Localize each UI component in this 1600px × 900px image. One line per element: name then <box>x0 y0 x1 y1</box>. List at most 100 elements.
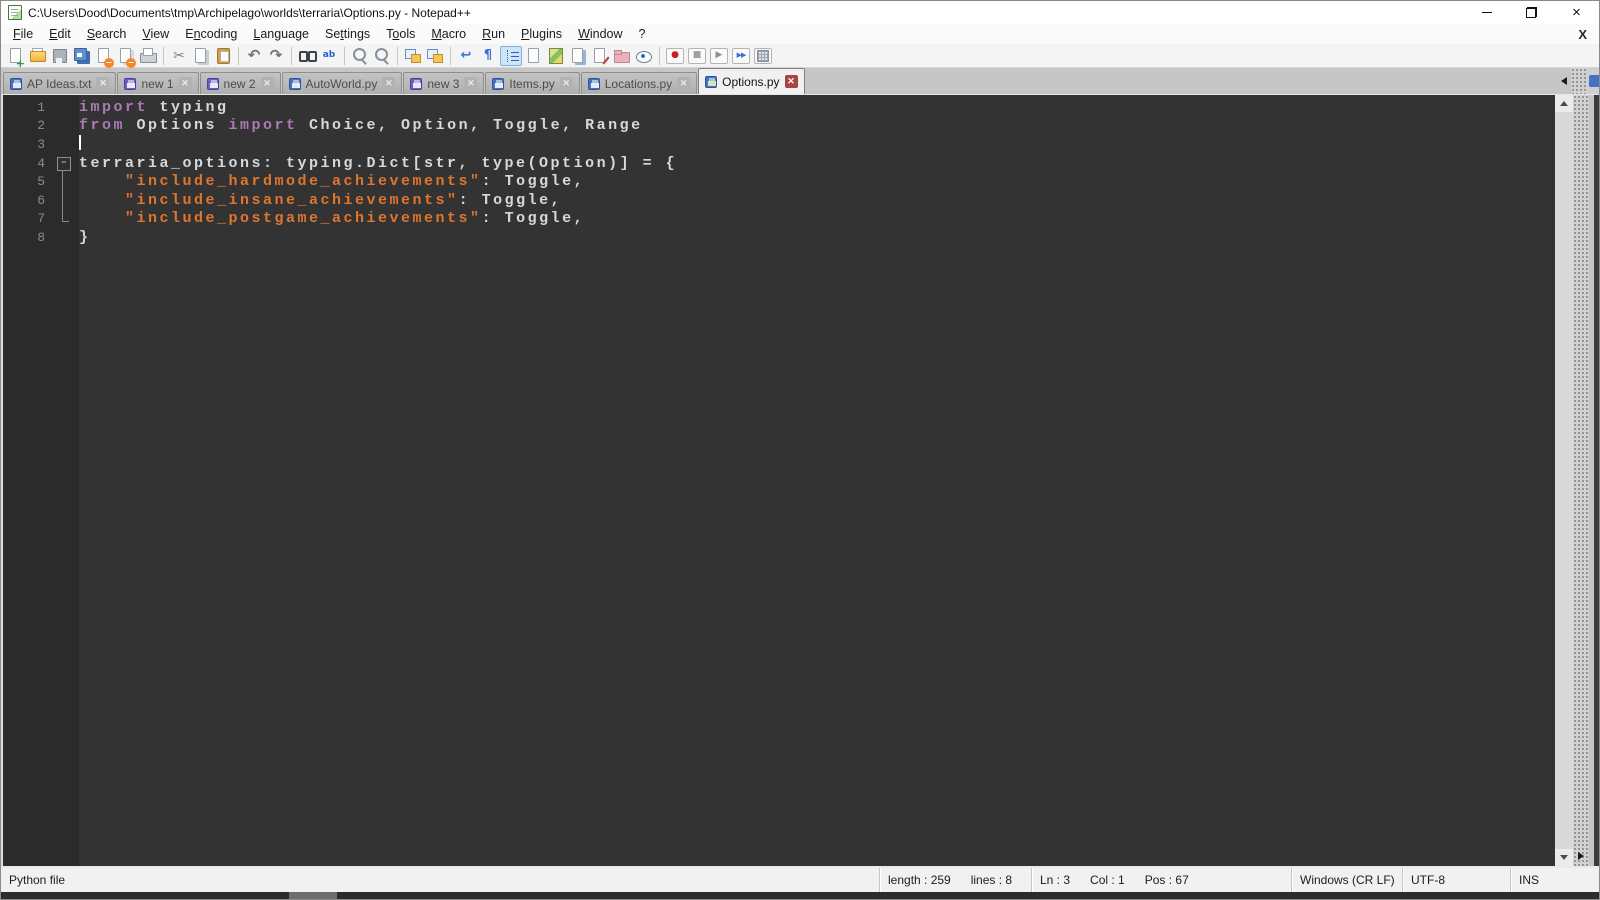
saved-file-icon <box>288 77 301 90</box>
tab-new-1[interactable]: new 1 ✕ <box>117 72 199 94</box>
document-switcher-icon[interactable] <box>568 45 588 67</box>
zoom-out-icon[interactable]: − <box>372 45 392 67</box>
token-df: : Toggle, <box>481 173 586 191</box>
tab-label: new 3 <box>427 76 460 91</box>
tab-locations-py[interactable]: Locations.py ✕ <box>580 72 698 94</box>
paste-icon[interactable] <box>213 45 233 67</box>
word-wrap-icon[interactable]: ↩ <box>456 45 476 67</box>
menu-settings[interactable]: Settings <box>317 25 378 43</box>
view-eye-icon[interactable] <box>634 45 654 67</box>
token-st: "include_hardmode_achievements" <box>125 173 482 191</box>
menu-file[interactable]: File <box>5 25 41 43</box>
save-all-icon[interactable] <box>72 45 92 67</box>
menu-edit[interactable]: Edit <box>41 25 79 43</box>
macro-record-icon[interactable]: ● <box>666 47 684 64</box>
status-text: Col : 1 <box>1090 873 1125 887</box>
macro-save-icon[interactable] <box>754 47 772 64</box>
redo-icon[interactable]: ↷ <box>266 45 286 67</box>
arrow-up-icon <box>1560 101 1568 106</box>
tab-close-icon[interactable]: ✕ <box>382 77 396 90</box>
tab-close-icon[interactable]: ✕ <box>559 77 573 90</box>
code-text: "include_insane_achievements": Toggle, <box>79 192 1555 209</box>
collapsed-view-tab-sliver <box>1587 68 1599 94</box>
zoom-in-icon[interactable]: + <box>350 45 370 67</box>
menu-plugins[interactable]: Plugins <box>513 25 570 43</box>
code-text <box>79 135 1555 153</box>
cut-icon[interactable]: ✂ <box>169 45 189 67</box>
undo-icon[interactable]: ↶ <box>244 45 264 67</box>
menu-search[interactable]: Search <box>79 25 135 43</box>
menu-language[interactable]: Language <box>245 25 317 43</box>
tab-items-py[interactable]: Items.py ✕ <box>485 72 580 94</box>
new-file-icon[interactable] <box>6 45 26 69</box>
macro-play-icon[interactable]: ▶ <box>710 47 728 64</box>
tab-new-2[interactable]: new 2 ✕ <box>199 72 281 94</box>
scroll-up-button[interactable] <box>1555 95 1573 112</box>
saved-file-icon <box>492 77 505 90</box>
tab-close-icon[interactable]: ✕ <box>677 77 691 90</box>
code-editor[interactable]: 1 import typing 2 from Options import Choic… <box>3 95 1555 866</box>
macro-run-multiple-icon[interactable]: ▶▶ <box>732 47 750 64</box>
function-list-icon[interactable]: ƒ <box>524 45 544 67</box>
monitoring-icon[interactable] <box>590 45 610 67</box>
line-number: 8 <box>37 229 45 245</box>
line-number: 3 <box>37 136 45 152</box>
tab-close-icon[interactable]: ✕ <box>784 75 798 88</box>
tab-close-icon[interactable]: ✕ <box>260 77 274 90</box>
scroll-down-button[interactable] <box>1555 849 1573 866</box>
show-all-characters-icon[interactable]: ¶ <box>478 45 498 67</box>
tab-scroll-left-button[interactable] <box>1557 68 1571 94</box>
menu-close-document-button[interactable]: X <box>1566 27 1599 42</box>
sync-horizontal-scroll-icon[interactable] <box>425 45 445 67</box>
tab-close-icon[interactable]: ✕ <box>464 77 478 90</box>
minimize-button[interactable] <box>1464 1 1509 24</box>
document-map-icon[interactable] <box>546 45 566 67</box>
tab-label: Items.py <box>509 76 555 91</box>
code-line: 6 "include_insane_achievements": Toggle, <box>3 190 1555 210</box>
status-text: UTF-8 <box>1411 873 1445 887</box>
token-df: typing <box>148 98 229 116</box>
find-icon[interactable] <box>297 45 317 67</box>
status-text: length : 259 <box>888 873 951 887</box>
copy-icon[interactable] <box>191 45 211 67</box>
code-line: 7 "include_postgame_achievements": Toggl… <box>3 209 1555 229</box>
fold-margin-box[interactable] <box>53 154 79 173</box>
save-file-icon[interactable] <box>50 45 70 67</box>
vertical-scrollbar[interactable] <box>1555 95 1573 866</box>
tab-close-icon[interactable]: ✕ <box>96 77 110 90</box>
text-caret <box>79 135 81 151</box>
tab-autoworld-py[interactable]: AutoWorld.py ✕ <box>281 72 403 94</box>
menu-encoding[interactable]: Encoding <box>177 25 245 43</box>
tab-ap-ideas-txt[interactable]: AP Ideas.txt ✕ <box>3 72 117 94</box>
close-all-icon[interactable] <box>116 45 136 68</box>
menu-help[interactable]: ? <box>631 25 654 43</box>
tab-new-3[interactable]: new 3 ✕ <box>403 72 485 94</box>
menu-window[interactable]: Window <box>570 25 630 43</box>
print-icon[interactable] <box>138 45 158 67</box>
folder-as-workspace-icon[interactable] <box>612 45 632 67</box>
menu-macro[interactable]: Macro <box>423 25 474 43</box>
close-file-icon[interactable] <box>94 45 114 68</box>
toolbar-separator <box>397 46 398 65</box>
line-number: 7 <box>37 211 45 227</box>
replace-icon[interactable]: ab <box>319 45 339 67</box>
sync-vertical-scroll-icon[interactable] <box>403 45 423 67</box>
tab-close-icon[interactable]: ✕ <box>178 77 192 90</box>
menu-run[interactable]: Run <box>474 25 513 43</box>
status-text: Pos : 67 <box>1144 873 1189 887</box>
code-line: 3 <box>3 135 1555 154</box>
restore-button[interactable] <box>1509 1 1554 24</box>
open-file-icon[interactable] <box>28 45 48 67</box>
tab-options-py[interactable]: Options.py ✕ <box>698 68 805 94</box>
tab-bar-right-controls <box>1557 68 1599 94</box>
fold-margin <box>53 98 79 117</box>
code-text: } <box>79 229 1555 246</box>
close-button[interactable]: × <box>1554 1 1599 24</box>
show-indent-guide-icon[interactable] <box>500 45 522 66</box>
macro-stop-icon[interactable]: ■ <box>688 47 706 64</box>
view-splitter[interactable] <box>1573 95 1589 866</box>
menu-view[interactable]: View <box>134 25 177 43</box>
token-kw: import <box>228 117 298 135</box>
menu-tools[interactable]: Tools <box>378 25 423 43</box>
splitter-grip[interactable] <box>1571 68 1587 94</box>
